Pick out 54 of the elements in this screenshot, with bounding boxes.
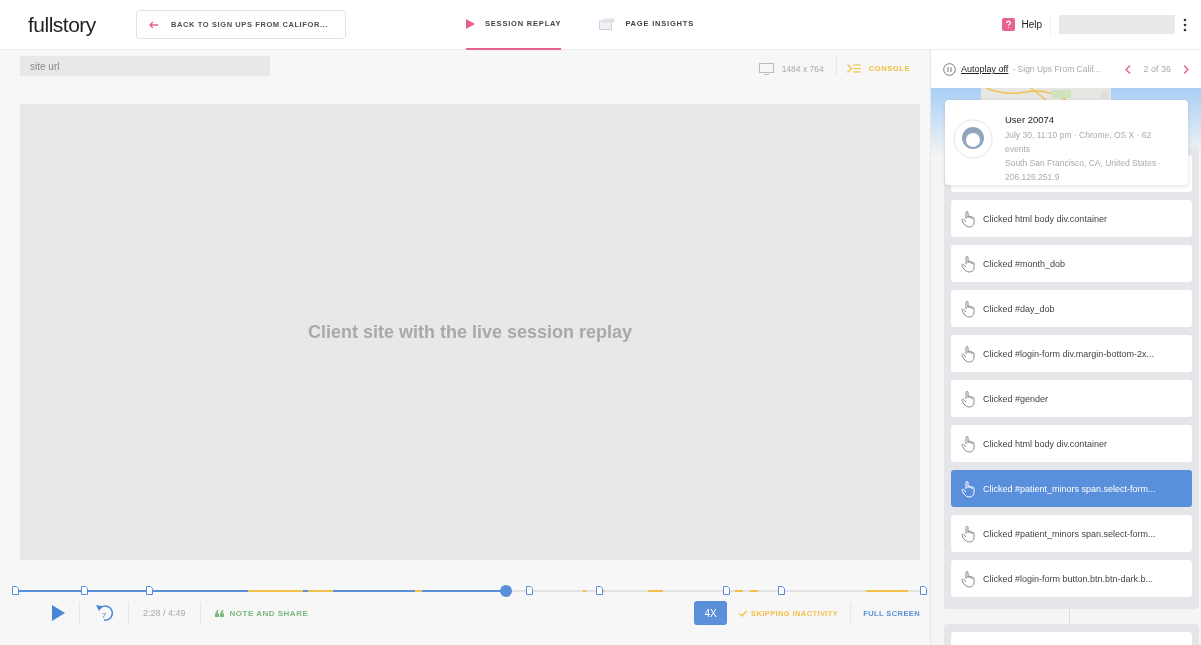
hand-pointer-icon <box>961 434 975 453</box>
url-field[interactable]: site url <box>20 56 270 76</box>
page-marker-icon <box>526 586 533 595</box>
play-icon <box>466 18 475 29</box>
hand-pointer-icon <box>961 299 975 318</box>
playhead-handle[interactable] <box>500 585 513 597</box>
chevron-right-icon <box>1183 64 1189 74</box>
event-item[interactable]: Clicked #login-form div.margin-bottom-2x... <box>951 335 1192 372</box>
page-marker-icon <box>146 586 153 595</box>
hand-pointer-icon <box>961 254 975 273</box>
hand-pointer-icon <box>961 479 975 498</box>
hand-pointer-icon <box>961 389 975 408</box>
event-item[interactable]: Clicked html body div.container <box>951 200 1192 237</box>
session-position: 2 of 36 <box>1143 64 1171 74</box>
event-item[interactable]: Clicked #patient_minors span.select-form... <box>951 515 1192 552</box>
event-item[interactable]: Clicked #gender <box>951 380 1192 417</box>
skip-back-button[interactable]: 7 <box>80 602 129 624</box>
hand-pointer-icon <box>961 209 975 228</box>
chevron-left-icon <box>1125 64 1132 74</box>
viewport-caption: Client site with the live session replay <box>307 321 633 343</box>
window-icon <box>599 17 616 30</box>
page-marker-icon <box>778 586 785 595</box>
help-button[interactable]: Help <box>1002 14 1051 35</box>
more-icon[interactable] <box>1183 17 1187 32</box>
event-item[interactable]: Clicked #month_dob <box>951 245 1192 282</box>
user-card[interactable]: User 20074 July 30, 11:10 pm · Chrome, OS X · 62 events South San Francisco, CA, United States · 206.126.251.9 <box>945 100 1188 185</box>
page-marker-icon <box>920 586 927 595</box>
quote-icon <box>214 609 224 617</box>
page-marker-icon <box>596 586 603 595</box>
user-location: South San Francisco, CA, United States · 206.126.251.9 <box>1005 157 1163 184</box>
hand-pointer-icon <box>961 344 975 363</box>
hand-pointer-icon <box>961 524 975 543</box>
question-icon <box>1002 18 1016 31</box>
event-item[interactable]: Clicked #day_dob <box>951 290 1192 327</box>
segment-label: - Sign Ups From Calif... <box>1012 64 1101 74</box>
page-marker-icon <box>12 586 19 595</box>
monitor-icon <box>758 62 774 75</box>
avatar-icon <box>953 119 993 159</box>
hand-pointer-icon <box>961 569 975 588</box>
console-icon <box>846 64 861 73</box>
play-icon <box>52 605 65 621</box>
resolution-label: 1484 x 764 <box>781 63 824 74</box>
playback-time: 2:28 / 4:49 <box>129 602 201 624</box>
page-marker-icon <box>723 586 730 595</box>
autoplay-link[interactable]: Autoplay off <box>961 64 1009 74</box>
session-details: July 30, 11:10 pm · Chrome, OS X · 62 events <box>1005 129 1153 156</box>
fullstory-logo[interactable]: fullstory <box>28 12 136 37</box>
event-item[interactable]: Clicked html body div.container <box>951 425 1192 462</box>
check-icon <box>739 609 748 617</box>
arrow-left-icon <box>149 20 159 29</box>
user-name: User 20074 <box>1005 114 1056 125</box>
page-marker-icon <box>81 586 88 595</box>
event-item[interactable]: Clicked #login-form button.btn.btn-dark.b... <box>951 560 1192 597</box>
pause-icon[interactable] <box>943 62 956 76</box>
